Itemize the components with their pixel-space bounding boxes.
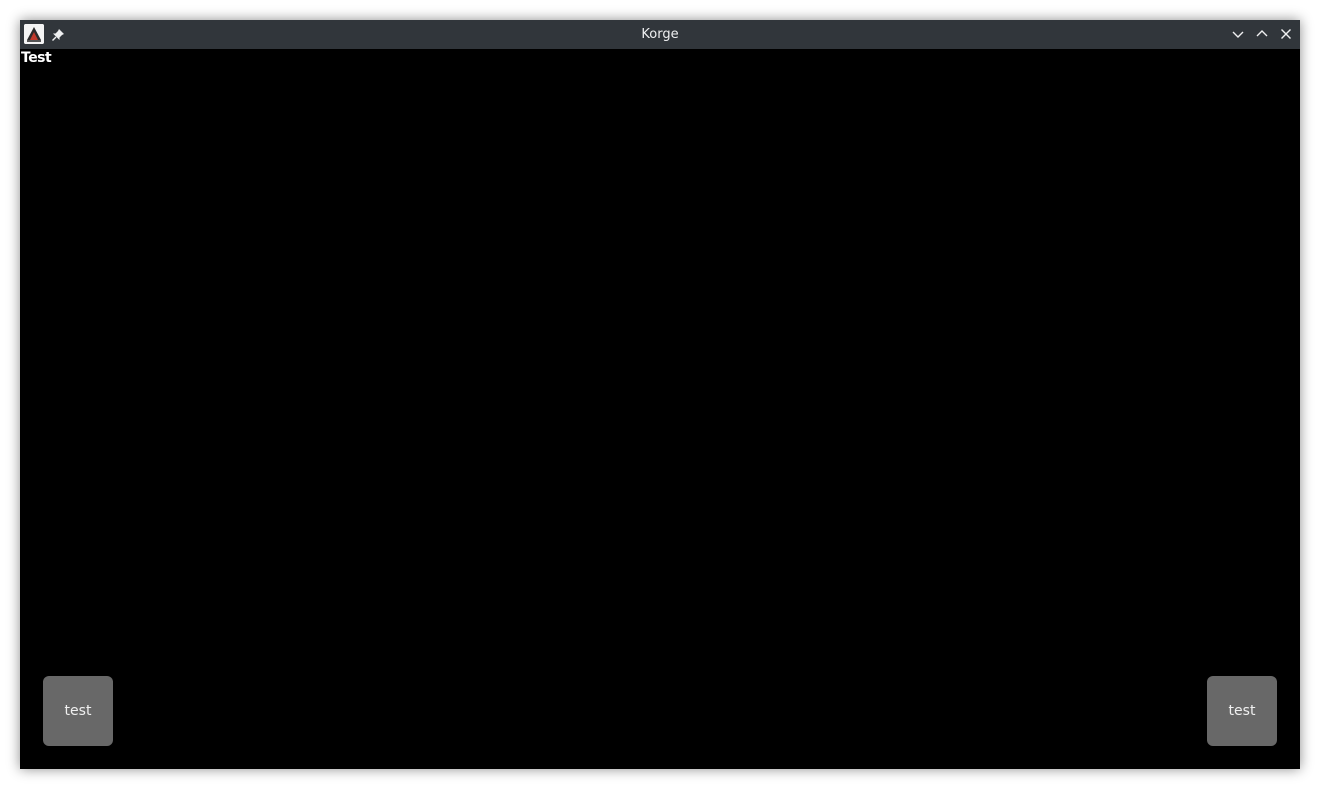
test-button-left[interactable]: test — [43, 676, 113, 746]
app-icon[interactable] — [24, 24, 44, 44]
chevron-down-icon — [1232, 31, 1244, 38]
game-canvas[interactable]: Test test test — [20, 49, 1300, 769]
title-bar[interactable]: Korge — [20, 20, 1300, 49]
maximize-button[interactable] — [1254, 26, 1270, 42]
minimize-button[interactable] — [1230, 26, 1246, 42]
pin-icon[interactable] — [51, 27, 65, 41]
window-title: Korge — [641, 27, 679, 42]
app-window: Korge Test test test — [20, 20, 1300, 769]
close-icon — [1281, 29, 1291, 39]
close-button[interactable] — [1278, 26, 1294, 42]
debug-text: Test — [21, 50, 52, 66]
chevron-up-icon — [1256, 30, 1268, 37]
test-button-right[interactable]: test — [1207, 676, 1277, 746]
